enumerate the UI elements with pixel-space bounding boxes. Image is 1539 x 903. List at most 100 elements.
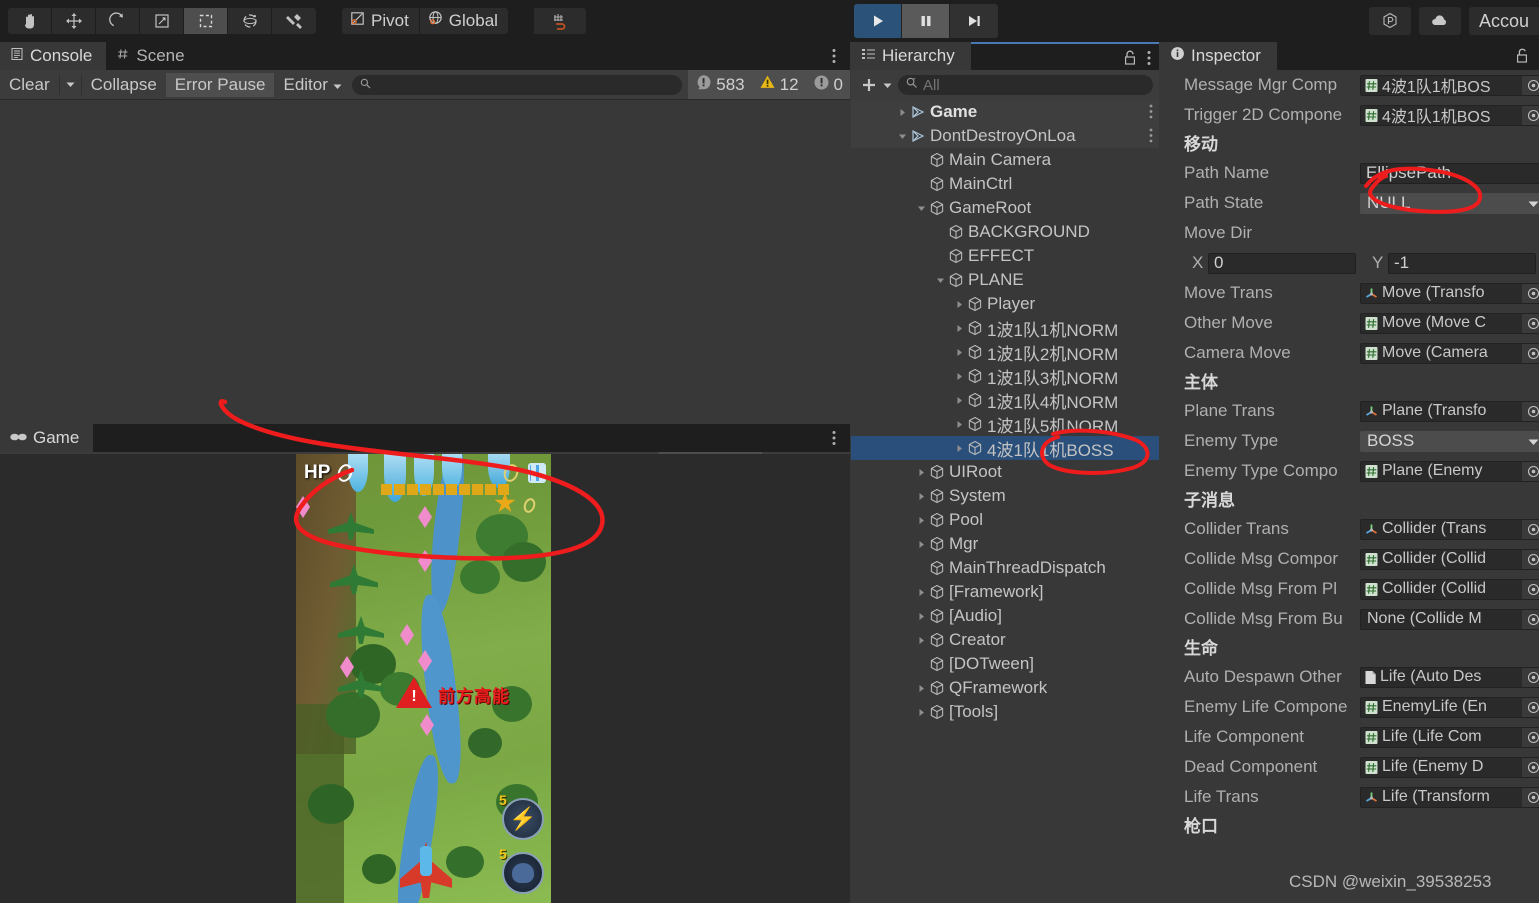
hierarchy-item-4[interactable]: GameRoot	[851, 196, 1159, 220]
object-field[interactable]: 4波1队1机BOS	[1360, 74, 1539, 96]
console-search-field[interactable]	[351, 74, 683, 95]
object-field[interactable]: Life (Auto Des	[1360, 666, 1539, 688]
hierarchy-item-9[interactable]: 1波1队1机NORM	[851, 316, 1159, 340]
cloud-icon[interactable]	[1418, 7, 1461, 35]
hierarchy-tree[interactable]: Game DontDestroyOnLoa Main Camera MainCtrl G…	[851, 100, 1159, 903]
tab-game[interactable]: Game	[0, 424, 94, 452]
disclosure-triangle-icon[interactable]	[952, 300, 966, 309]
hierarchy-item-5[interactable]: BACKGROUND	[851, 220, 1159, 244]
hierarchy-item-10[interactable]: 1波1队2机NORM	[851, 340, 1159, 364]
game-panel-menu[interactable]	[832, 430, 836, 451]
hierarchy-item-12[interactable]: 1波1队4机NORM	[851, 388, 1159, 412]
disclosure-triangle-icon[interactable]	[914, 684, 928, 693]
powerup-bomb-button[interactable]	[502, 852, 544, 894]
object-picker-icon[interactable]	[1522, 401, 1539, 421]
move-tool-button[interactable]	[52, 8, 96, 34]
disclosure-triangle-icon[interactable]	[933, 276, 947, 285]
tab-scene[interactable]: Scene	[106, 42, 198, 70]
collab-icon[interactable]	[1368, 7, 1411, 35]
game-view[interactable]: HP ! 前方高能 ⚡ 5 5	[0, 454, 850, 903]
editor-dropdown[interactable]: Editor	[274, 73, 345, 97]
hierarchy-item-7[interactable]: PLANE	[851, 268, 1159, 292]
pivot-toggle[interactable]: Pivot	[342, 8, 420, 34]
hierarchy-item-menu[interactable]	[1149, 104, 1153, 124]
game-render-canvas[interactable]: HP ! 前方高能 ⚡ 5 5	[296, 454, 551, 903]
hierarchy-item-17[interactable]: Pool	[851, 508, 1159, 532]
object-field[interactable]: Collider (Trans	[1360, 518, 1539, 540]
disclosure-triangle-icon[interactable]	[952, 420, 966, 429]
clear-button[interactable]: Clear	[0, 73, 59, 97]
rotate-tool-button[interactable]	[96, 8, 140, 34]
disclosure-triangle-icon[interactable]	[914, 204, 928, 213]
vector-x-input[interactable]: 0	[1208, 252, 1356, 274]
object-picker-icon[interactable]	[1522, 75, 1539, 95]
account-button[interactable]: Accou	[1468, 7, 1539, 35]
vector-y-input[interactable]: -1	[1388, 252, 1536, 274]
inspector-properties[interactable]: Message Mgr Comp 4波1队1机BOS Trigger 2D Comp…	[1160, 70, 1539, 903]
hierarchy-item-22[interactable]: Creator	[851, 628, 1159, 652]
powerup-shield-button[interactable]: ⚡	[502, 798, 544, 840]
hierarchy-search-input[interactable]	[923, 76, 1145, 94]
text-field[interactable]: EllipsePath	[1360, 162, 1539, 184]
object-field[interactable]: Move (Transfo	[1360, 282, 1539, 304]
dropdown-field[interactable]: NULL	[1360, 192, 1539, 214]
object-picker-icon[interactable]	[1522, 519, 1539, 539]
hierarchy-item-20[interactable]: [Framework]	[851, 580, 1159, 604]
object-field[interactable]: Plane (Transfo	[1360, 400, 1539, 422]
object-field[interactable]: Move (Camera	[1360, 342, 1539, 364]
wrench-tool-button[interactable]	[272, 8, 316, 34]
hierarchy-item-8[interactable]: Player	[851, 292, 1159, 316]
hierarchy-item-14[interactable]: 4波1队1机BOSS	[851, 436, 1159, 460]
disclosure-triangle-icon[interactable]	[952, 348, 966, 357]
object-field[interactable]: Life (Enemy D	[1360, 756, 1539, 778]
hand-tool-button[interactable]	[8, 8, 52, 34]
object-picker-icon[interactable]	[1522, 727, 1539, 747]
hierarchy-panel-menu[interactable]	[1147, 50, 1151, 71]
disclosure-triangle-icon[interactable]	[952, 324, 966, 333]
dropdown-field[interactable]: BOSS	[1360, 430, 1539, 452]
object-field[interactable]: 4波1队1机BOS	[1360, 104, 1539, 126]
hierarchy-item-6[interactable]: EFFECT	[851, 244, 1159, 268]
hierarchy-item-23[interactable]: [DOTween]	[851, 652, 1159, 676]
object-field[interactable]: Collider (Collid	[1360, 578, 1539, 600]
object-picker-icon[interactable]	[1522, 343, 1539, 363]
disclosure-triangle-icon[interactable]	[895, 132, 909, 141]
object-picker-icon[interactable]	[1522, 757, 1539, 777]
hierarchy-item-2[interactable]: Main Camera	[851, 148, 1159, 172]
disclosure-triangle-icon[interactable]	[914, 708, 928, 717]
inspector-lock-icon[interactable]	[1515, 47, 1529, 69]
disclosure-triangle-icon[interactable]	[914, 588, 928, 597]
info-count-toggle[interactable]: 0	[805, 70, 850, 99]
hierarchy-item-24[interactable]: QFramework	[851, 676, 1159, 700]
hierarchy-item-18[interactable]: Mgr	[851, 532, 1159, 556]
error-pause-button[interactable]: Error Pause	[165, 72, 275, 97]
tab-hierarchy[interactable]: Hierarchy	[851, 42, 971, 70]
disclosure-triangle-icon[interactable]	[914, 636, 928, 645]
grid-snap-button[interactable]	[533, 8, 586, 34]
hierarchy-search-field[interactable]	[898, 75, 1153, 95]
global-toggle[interactable]: Global	[419, 8, 508, 34]
scale-tool-button[interactable]	[140, 8, 184, 34]
hierarchy-item-15[interactable]: UIRoot	[851, 460, 1159, 484]
object-picker-icon[interactable]	[1522, 313, 1539, 333]
object-picker-icon[interactable]	[1522, 579, 1539, 599]
console-panel-menu[interactable]	[832, 48, 836, 69]
disclosure-triangle-icon[interactable]	[952, 444, 966, 453]
object-picker-icon[interactable]	[1522, 549, 1539, 569]
object-field[interactable]: Life (Life Com	[1360, 726, 1539, 748]
create-object-button[interactable]	[857, 75, 894, 95]
warning-count-toggle[interactable]: 12	[751, 70, 806, 99]
rect-tool-button[interactable]	[184, 8, 228, 34]
disclosure-triangle-icon[interactable]	[914, 468, 928, 477]
console-search-input[interactable]	[375, 76, 675, 93]
hierarchy-item-11[interactable]: 1波1队3机NORM	[851, 364, 1159, 388]
hierarchy-item-25[interactable]: [Tools]	[851, 700, 1159, 724]
object-picker-icon[interactable]	[1522, 697, 1539, 717]
object-field[interactable]: Life (Transform	[1360, 786, 1539, 808]
error-count-toggle[interactable]: 583	[688, 70, 752, 99]
object-field[interactable]: Plane (Enemy	[1360, 460, 1539, 482]
tab-console[interactable]: Console	[0, 42, 107, 70]
hierarchy-item-19[interactable]: MainThreadDispatch	[851, 556, 1159, 580]
hierarchy-item-0[interactable]: Game	[851, 100, 1159, 124]
hierarchy-item-3[interactable]: MainCtrl	[851, 172, 1159, 196]
